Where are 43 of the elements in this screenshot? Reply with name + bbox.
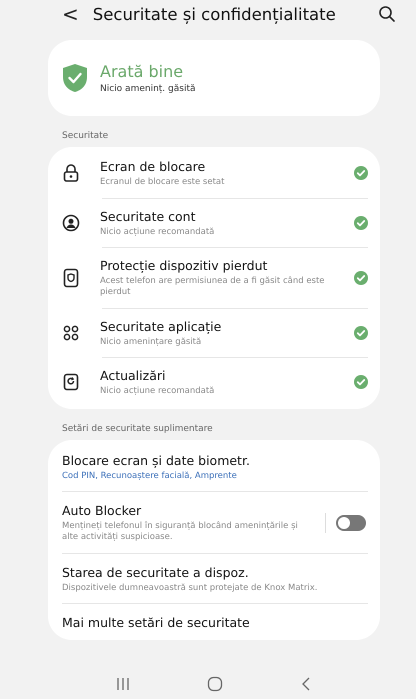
item-title: Protecție dispozitiv pierdut [100, 258, 268, 274]
status-title: Arată bine [100, 62, 184, 81]
section-label: Securitate [61, 130, 110, 143]
status-subtitle: Nicio ameninț. găsită [100, 84, 196, 94]
item-subtitle: Nicio amenințare găsită [100, 336, 202, 348]
item-subtitle: Ecranul de blocare este setat [100, 177, 226, 188]
toggle-switch[interactable] [336, 515, 366, 531]
item-title: Blocare ecran și date biometr. [62, 452, 251, 468]
security-item[interactable]: Securitate aplicație Nicio amenințare găsită [48, 308, 380, 358]
update-icon [63, 373, 79, 392]
back-icon[interactable] [300, 676, 312, 692]
phone-shield-icon [63, 268, 79, 288]
section-label: Setări de securitate suplimentare [61, 422, 214, 436]
settings-item[interactable]: Auto Blocker Mențineți telefonul în siguranță blocând amenințările și alte activități suspicioase. [48, 492, 380, 553]
item-title: Mai multe setări de securitate [62, 615, 251, 630]
item-title: Actualizări [100, 368, 166, 384]
settings-item[interactable]: Mai multe setări de securitate [48, 604, 380, 638]
lock-icon [63, 164, 79, 182]
apps-icon [63, 324, 79, 341]
settings-item[interactable]: Blocare ecran și date biometr. Cod PIN, Recunoaștere facială, Amprente [48, 442, 380, 492]
item-title: Securitate aplicație [100, 318, 222, 334]
back-button[interactable]: < [48, 2, 83, 26]
status-card[interactable]: Arată bine Nicio ameninț. găsită [48, 40, 380, 116]
account-icon [62, 214, 80, 232]
search-icon[interactable] [378, 5, 396, 23]
security-item[interactable]: Securitate cont Nicio acțiune recomandată [48, 198, 380, 248]
item-title: Starea de securitate a dispoz. [62, 564, 250, 580]
settings-item[interactable]: Starea de securitate a dispoz. Dispozitivele dumneavoastră sunt protejate de Knox Matrix. [48, 554, 380, 604]
item-subtitle: Nicio acțiune recomandată [100, 386, 216, 397]
home-icon[interactable] [206, 676, 223, 692]
recent-apps-icon[interactable] [116, 677, 130, 691]
item-title: Ecran de blocare [100, 159, 206, 174]
security-item[interactable]: Ecran de blocare Ecranul de blocare este setat [48, 149, 380, 198]
item-subtitle: Cod PIN, Recunoaștere facială, Amprente [62, 470, 238, 482]
item-subtitle: Mențineți telefonul în siguranță blocând amenințările și alte activități suspicioase. [62, 521, 299, 543]
security-item[interactable]: Protecție dispozitiv pierdut Acest telefon are permisiunea de a fi găsit când este pierdut [48, 248, 380, 308]
page-title: Securitate și confidențialitate [92, 4, 337, 24]
item-subtitle: Nicio acțiune recomandată [100, 226, 216, 238]
item-subtitle: Acest telefon are permisiunea de a fi găsit când este pierdut [100, 276, 326, 298]
item-title: Auto Blocker [62, 503, 142, 518]
security-item[interactable]: Actualizări Nicio acțiune recomandată [48, 358, 380, 407]
item-title: Securitate cont [100, 208, 197, 224]
item-subtitle: Dispozitivele dumneavoastră sunt protejate de Knox Matrix. [62, 582, 318, 594]
